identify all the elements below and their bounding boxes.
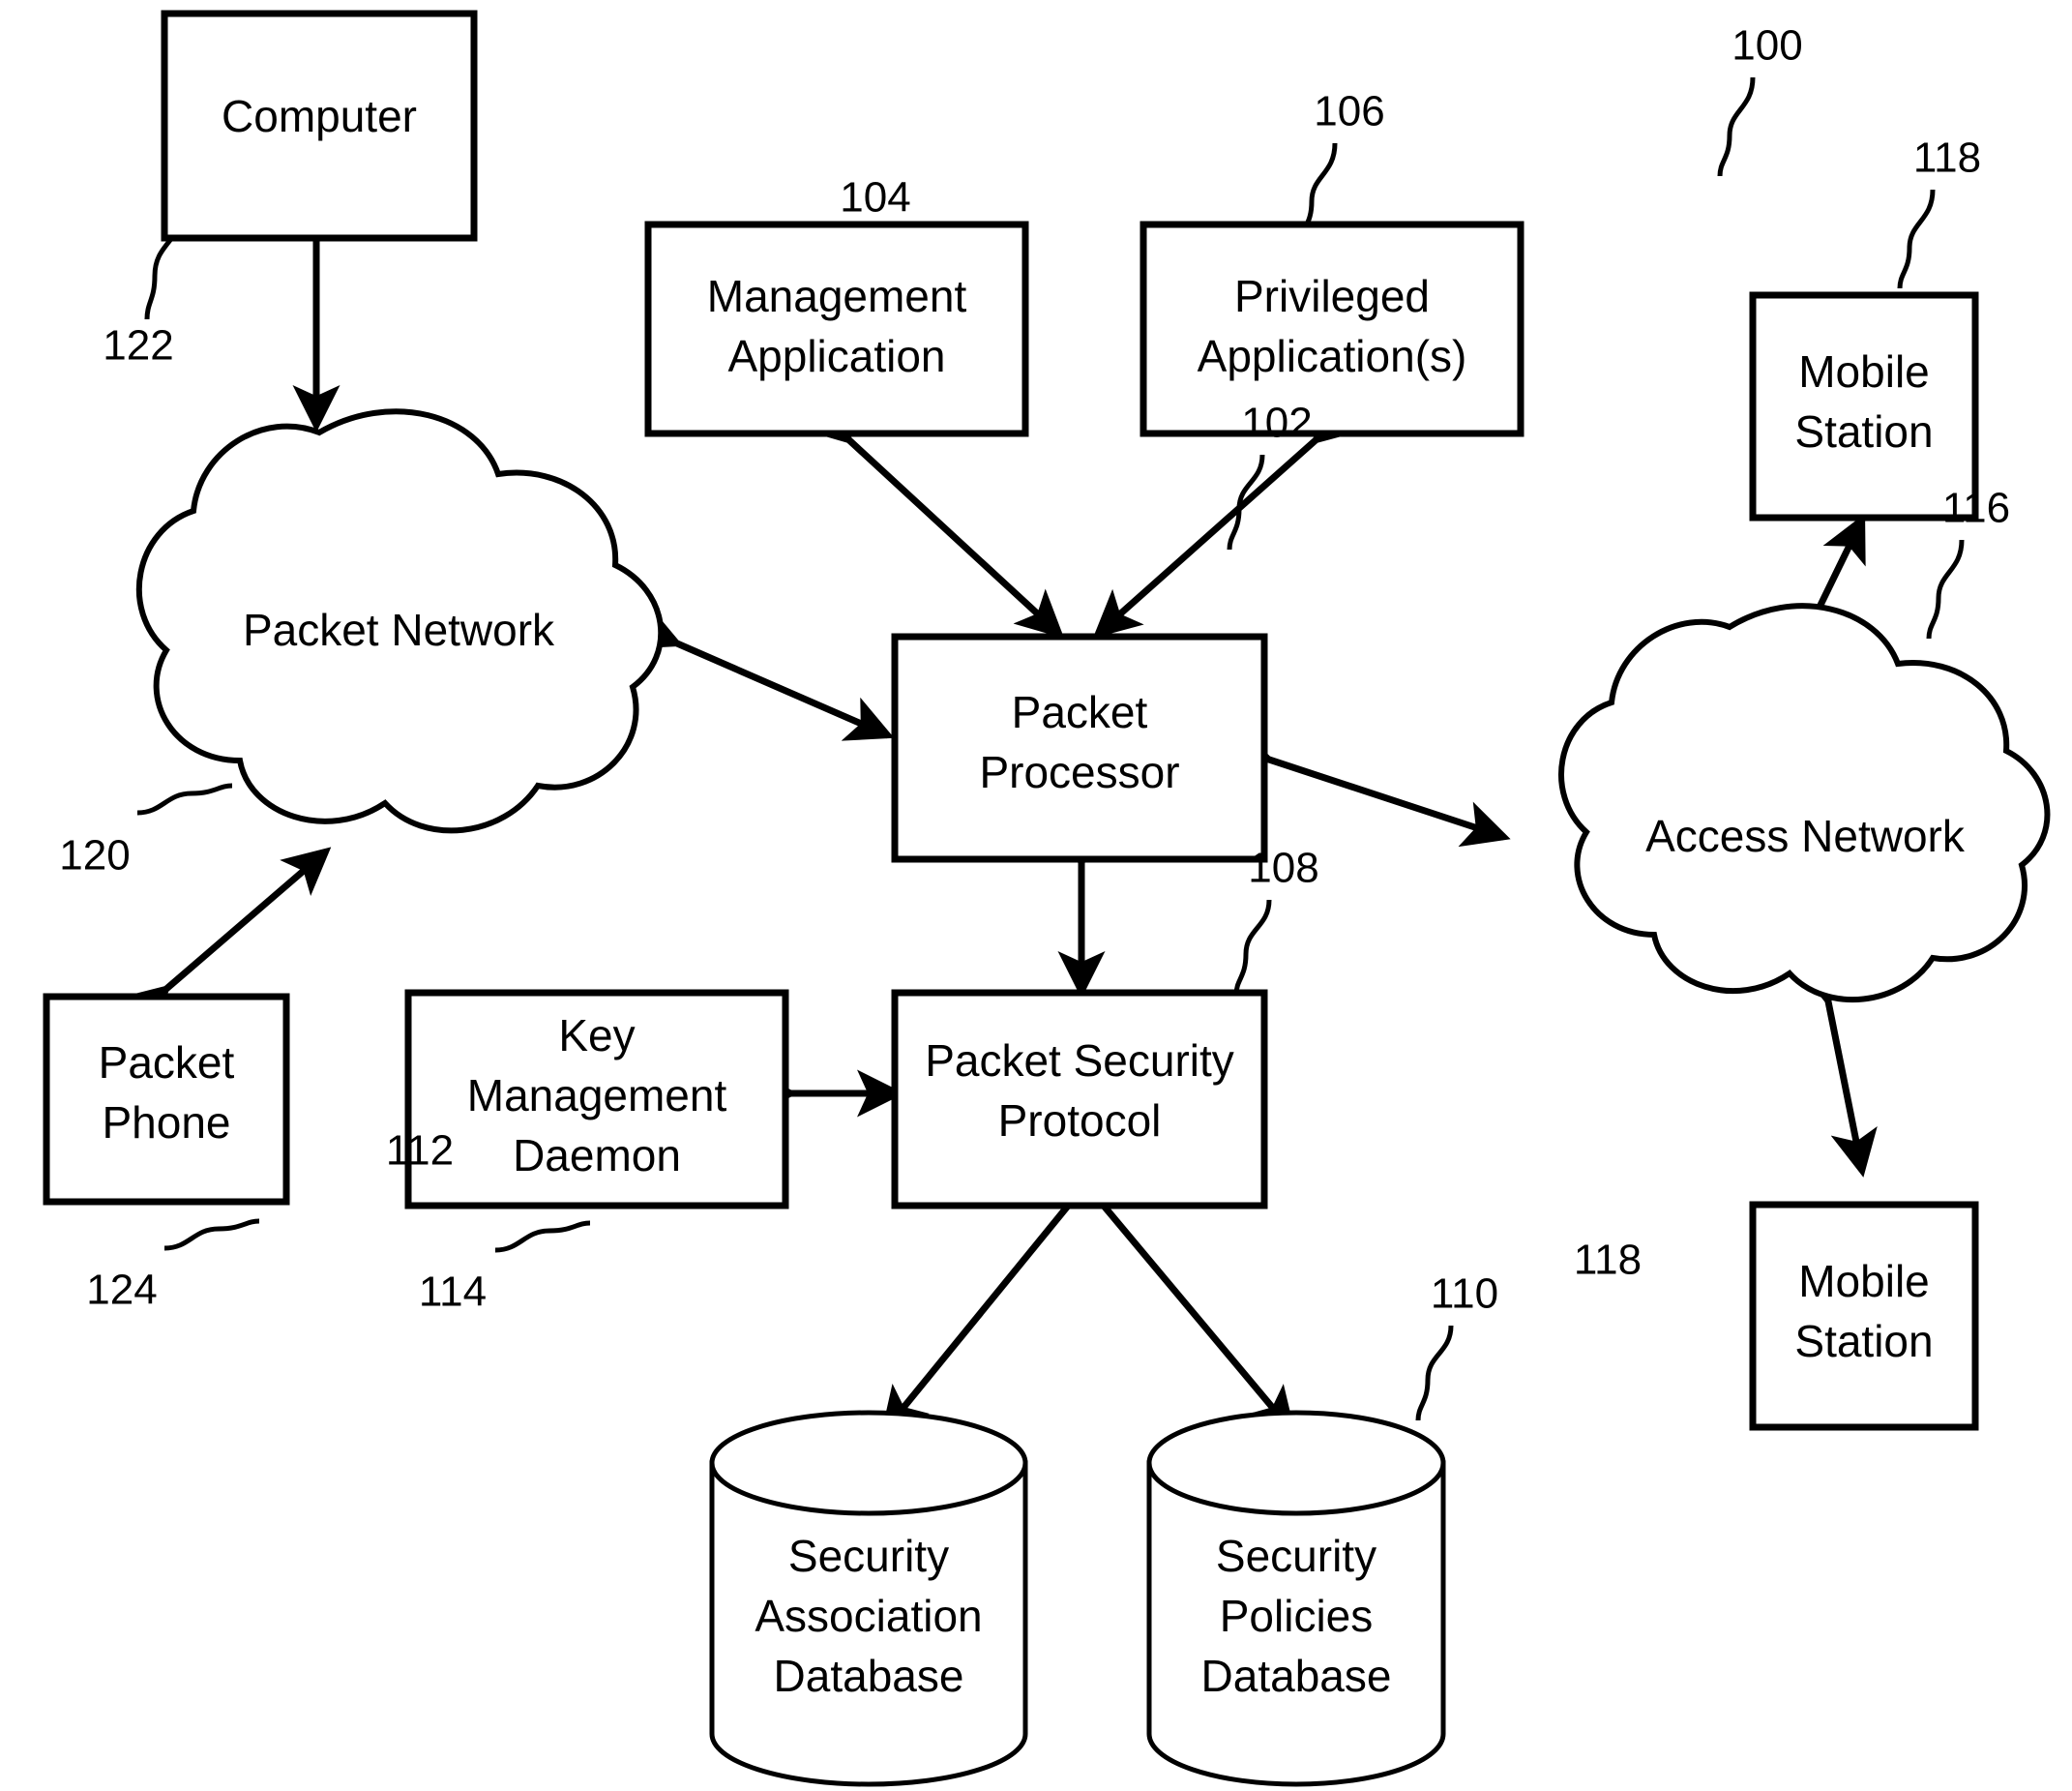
- privileged-application-label-line2: Application(s): [1198, 331, 1467, 381]
- key-management-daemon-label-line2: Management: [467, 1070, 727, 1120]
- node-security-policies-database[interactable]: Security Policies Database: [1146, 1410, 1446, 1787]
- packet-security-protocol-label-line2: Protocol: [998, 1095, 1162, 1146]
- packet-processor-label-line2: Processor: [979, 747, 1179, 797]
- mobile-station-top-label-line1: Mobile: [1798, 346, 1930, 397]
- ref-number-118-top: 118: [1913, 134, 1981, 182]
- packet-processor-label-line1: Packet: [1012, 687, 1148, 737]
- mobile-station-top-label-line2: Station: [1794, 406, 1933, 457]
- node-access-network[interactable]: Access Network: [1558, 603, 2051, 1003]
- security-policies-db-label-line1: Security: [1216, 1531, 1376, 1581]
- security-association-db-cylinder-top: [709, 1410, 1028, 1516]
- ref-number-116: 116: [1942, 485, 2010, 532]
- privileged-application-label-line1: Privileged: [1234, 271, 1430, 321]
- node-privileged-application[interactable]: Privileged Application(s): [1140, 221, 1524, 437]
- key-management-daemon-label-line3: Daemon: [513, 1130, 681, 1180]
- ref-number-112: 112: [386, 1127, 454, 1175]
- security-policies-db-label-line3: Database: [1201, 1651, 1392, 1701]
- key-management-daemon-label-line1: Key: [558, 1010, 635, 1060]
- node-layer: Computer Management Application Privileg…: [43, 10, 2051, 1787]
- node-mobile-station-bottom[interactable]: Mobile Station: [1749, 1201, 1979, 1431]
- node-packet-network[interactable]: Packet Network: [135, 408, 665, 834]
- access-network-cloud-shape: [1558, 603, 2051, 1003]
- mobile-station-bottom-label-line2: Station: [1794, 1316, 1933, 1366]
- security-association-db-label-line2: Association: [755, 1591, 982, 1641]
- node-management-application[interactable]: Management Application: [644, 221, 1029, 437]
- security-association-db-label-line3: Database: [774, 1651, 964, 1701]
- packet-phone-label-line2: Phone: [102, 1097, 230, 1148]
- ref-number-122: 122: [103, 322, 173, 370]
- patent-figure-canvas: Computer Management Application Privileg…: [0, 0, 2072, 1791]
- ref-number-114: 114: [419, 1269, 487, 1316]
- ref-number-106: 106: [1314, 88, 1384, 135]
- security-policies-db-cylinder-top: [1146, 1410, 1446, 1516]
- ref-number-108: 108: [1248, 845, 1318, 892]
- ref-number-120: 120: [59, 832, 130, 880]
- node-packet-processor[interactable]: Packet Processor: [891, 633, 1268, 863]
- packet-phone-label-line1: Packet: [99, 1037, 235, 1088]
- ref-number-100: 100: [1732, 22, 1802, 70]
- security-policies-db-label-line2: Policies: [1220, 1591, 1374, 1641]
- packet-security-protocol-label-line1: Packet Security: [925, 1035, 1234, 1086]
- ref-number-118-bottom: 118: [1574, 1237, 1642, 1284]
- ref-number-102: 102: [1241, 400, 1312, 447]
- access-network-label: Access Network: [1645, 811, 1966, 861]
- node-computer[interactable]: Computer: [161, 10, 478, 242]
- node-security-association-database[interactable]: Security Association Database: [709, 1410, 1028, 1787]
- ref-number-104: 104: [840, 174, 910, 222]
- ref-number-124: 124: [86, 1267, 157, 1314]
- computer-label: Computer: [222, 91, 417, 141]
- mobile-station-bottom-label-line1: Mobile: [1798, 1256, 1930, 1306]
- ref-number-110: 110: [1431, 1270, 1498, 1318]
- node-packet-security-protocol[interactable]: Packet Security Protocol: [891, 989, 1268, 1209]
- node-key-management-daemon[interactable]: Key Management Daemon: [404, 989, 789, 1209]
- management-application-label-line1: Management: [707, 271, 967, 321]
- security-association-db-label-line1: Security: [788, 1531, 949, 1581]
- packet-network-label: Packet Network: [243, 605, 555, 655]
- management-application-label-line2: Application: [727, 331, 945, 381]
- node-packet-phone[interactable]: Packet Phone: [43, 993, 290, 1206]
